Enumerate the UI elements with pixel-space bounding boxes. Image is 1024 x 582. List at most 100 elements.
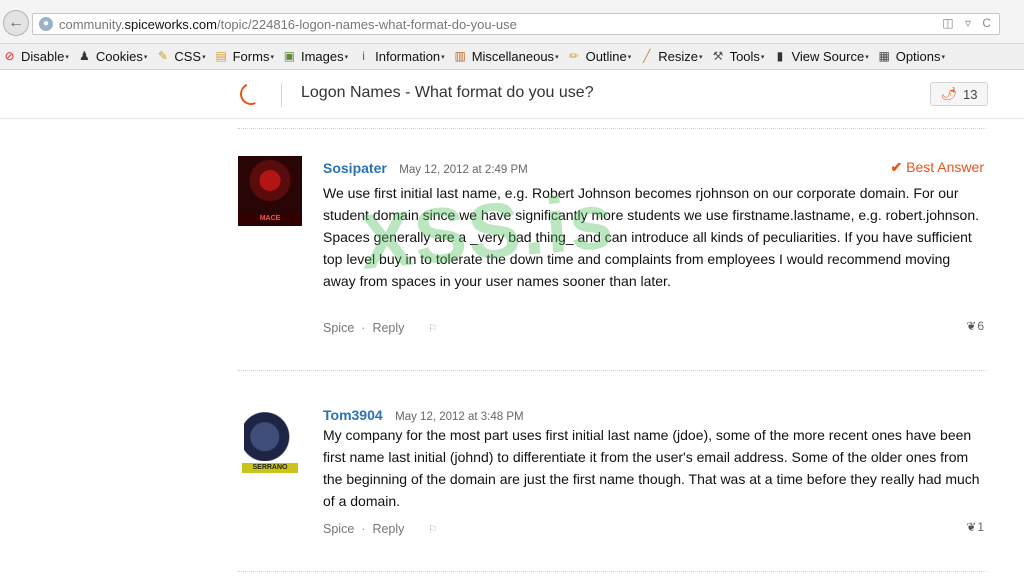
spiceworks-logo-icon[interactable] bbox=[238, 81, 262, 105]
toolbar-item-outline[interactable]: ✏ Outline ▾ bbox=[567, 49, 632, 64]
post-meta: Sosipater May 12, 2012 at 2:49 PM bbox=[323, 160, 528, 178]
toolbar-item-label: Images bbox=[300, 49, 344, 64]
dropdown-arrow-icon: ▾ bbox=[441, 53, 445, 61]
toolbar-item-label: Options bbox=[895, 49, 941, 64]
post: SERRANO Tom3904 May 12, 2012 at 3:48 PM … bbox=[238, 403, 986, 553]
forms-icon: ▤ bbox=[215, 49, 227, 63]
post-date: May 12, 2012 at 3:48 PM bbox=[395, 411, 524, 423]
tools-icon: ⚒ bbox=[712, 49, 724, 63]
checkmark-icon: ✔ bbox=[890, 159, 903, 175]
url-path: /topic/224816-logon-names-what-format-do… bbox=[216, 17, 517, 32]
action-separator: · bbox=[361, 522, 366, 536]
toolbar-item-label: Outline bbox=[585, 49, 627, 64]
outline-icon: ✏ bbox=[569, 49, 580, 63]
developer-toolbar: ⊘ Disable ▾ ♟ Cookies ▾ ✎ CSS ▾ ▤ Forms ▾ ▣ Images ▾ i I… bbox=[0, 44, 1024, 70]
toolbar-item-label: Information bbox=[375, 49, 441, 64]
post-spice-count: ❦1 bbox=[966, 520, 984, 534]
post-divider bbox=[238, 571, 986, 572]
avatar-tag: SERRANO bbox=[242, 463, 298, 473]
avatar-tag: MACE bbox=[238, 214, 302, 224]
toolbar-item-label: Forms bbox=[232, 49, 270, 64]
dropdown-arrow-icon: ▾ bbox=[65, 53, 69, 61]
images-icon: ▣ bbox=[283, 49, 296, 63]
post-spice-count: ❦6 bbox=[966, 319, 984, 333]
header-divider bbox=[281, 83, 282, 107]
post-meta: Tom3904 May 12, 2012 at 3:48 PM bbox=[323, 407, 524, 425]
toolbar-item-view-source[interactable]: ▮ View Source ▾ bbox=[772, 49, 869, 64]
post-date: May 12, 2012 at 2:49 PM bbox=[399, 164, 528, 176]
post-spice-count-value: 1 bbox=[977, 520, 984, 534]
toolbar-item-disable[interactable]: ⊘ Disable ▾ bbox=[2, 49, 69, 64]
css-icon: ✎ bbox=[157, 49, 168, 63]
username-link[interactable]: Sosipater bbox=[323, 160, 387, 176]
toolbar-item-resize[interactable]: ╱ Resize ▾ bbox=[639, 49, 702, 64]
url-text: community.spiceworks.com/topic/224816-lo… bbox=[59, 17, 517, 32]
post-divider bbox=[238, 370, 986, 371]
post: MACE Sosipater May 12, 2012 at 2:49 PM ✔… bbox=[238, 156, 986, 346]
spice-link[interactable]: Spice bbox=[323, 321, 354, 335]
dropdown-arrow-icon: ▾ bbox=[143, 53, 148, 61]
topic-spice-button[interactable]: 🌶 13 bbox=[930, 82, 988, 106]
avatar[interactable]: MACE bbox=[238, 156, 302, 226]
toolbar-item-label: Tools bbox=[729, 49, 760, 64]
dropdown-arrow-icon: ▾ bbox=[760, 53, 765, 61]
cookies-icon: ♟ bbox=[78, 49, 90, 63]
best-answer-label: Best Answer bbox=[906, 159, 984, 175]
pepper-icon: 🌶 bbox=[940, 86, 958, 101]
toolbar-item-label: View Source bbox=[791, 49, 865, 64]
miscellaneous-icon: ▥ bbox=[454, 49, 466, 63]
post-spice-count-value: 6 bbox=[977, 319, 984, 333]
flag-icon[interactable]: ⚐ bbox=[428, 322, 438, 335]
toolbar-item-css[interactable]: ✎ CSS ▾ bbox=[155, 49, 206, 64]
pepper-icon: ❦ bbox=[966, 319, 977, 333]
toolbar-item-options[interactable]: ▦ Options ▾ bbox=[877, 49, 946, 64]
browser-url-bar: ← ● community.spiceworks.com/topic/22481… bbox=[0, 0, 1024, 44]
dropdown-arrow-icon: ▾ bbox=[627, 53, 632, 61]
disable-icon: ⊘ bbox=[4, 49, 15, 63]
reply-link[interactable]: Reply bbox=[372, 522, 404, 536]
dropdown-arrow-icon: ▾ bbox=[941, 53, 946, 61]
dropdown-arrow-icon: ▾ bbox=[699, 53, 703, 61]
url-domain: spiceworks.com bbox=[124, 17, 217, 32]
dropdown-arrow-icon: ▾ bbox=[202, 53, 206, 61]
avatar[interactable]: SERRANO bbox=[238, 403, 302, 473]
address-input[interactable]: ● community.spiceworks.com/topic/224816-… bbox=[32, 13, 1000, 35]
action-separator: · bbox=[361, 321, 366, 335]
best-answer-badge: ✔ Best Answer bbox=[890, 159, 984, 176]
toolbar-item-label: CSS bbox=[174, 49, 202, 64]
flag-icon[interactable]: ⚐ bbox=[428, 523, 438, 536]
toolbar-item-tools[interactable]: ⚒ Tools ▾ bbox=[711, 49, 765, 64]
url-prefix: community. bbox=[59, 17, 125, 32]
options-icon: ▦ bbox=[878, 49, 890, 63]
view-source-icon: ▮ bbox=[776, 49, 784, 63]
post-actions: Spice · Reply ⚐ bbox=[323, 321, 438, 335]
topic-spice-count: 13 bbox=[963, 86, 978, 102]
dropdown-arrow-icon: ▾ bbox=[344, 53, 349, 61]
toolbar-item-images[interactable]: ▣ Images ▾ bbox=[282, 49, 348, 64]
post-body: We use first initial last name, e.g. Rob… bbox=[323, 185, 980, 289]
information-icon: i bbox=[362, 49, 365, 63]
avatar-image bbox=[244, 407, 296, 461]
dropdown-arrow-icon: ▾ bbox=[865, 53, 869, 61]
reader-icon[interactable]: ◫ ▿ C bbox=[942, 16, 995, 30]
spice-link[interactable]: Spice bbox=[323, 522, 354, 536]
toolbar-item-information[interactable]: i Information ▾ bbox=[356, 49, 445, 64]
post-actions: Spice · Reply ⚐ bbox=[323, 522, 438, 536]
dropdown-arrow-icon: ▾ bbox=[555, 53, 559, 61]
toolbar-item-forms[interactable]: ▤ Forms ▾ bbox=[214, 49, 274, 64]
back-button[interactable]: ← bbox=[3, 10, 29, 36]
toolbar-item-label: Resize bbox=[658, 49, 699, 64]
site-header: Logon Names - What format do you use? 🌶 … bbox=[0, 71, 1024, 119]
toolbar-item-cookies[interactable]: ♟ Cookies ▾ bbox=[77, 49, 147, 64]
toolbar-item-label: Cookies bbox=[95, 49, 143, 64]
topic-title: Logon Names - What format do you use? bbox=[301, 84, 594, 101]
pepper-icon: ❦ bbox=[966, 520, 977, 534]
toolbar-item-label: Miscellaneous bbox=[471, 49, 555, 64]
username-link[interactable]: Tom3904 bbox=[323, 407, 383, 423]
post-divider bbox=[238, 128, 986, 129]
globe-icon: ● bbox=[39, 17, 53, 31]
reply-link[interactable]: Reply bbox=[372, 321, 404, 335]
resize-icon: ╱ bbox=[643, 49, 651, 63]
post-body: My company for the most part uses first … bbox=[323, 427, 980, 509]
toolbar-item-miscellaneous[interactable]: ▥ Miscellaneous ▾ bbox=[453, 49, 559, 64]
